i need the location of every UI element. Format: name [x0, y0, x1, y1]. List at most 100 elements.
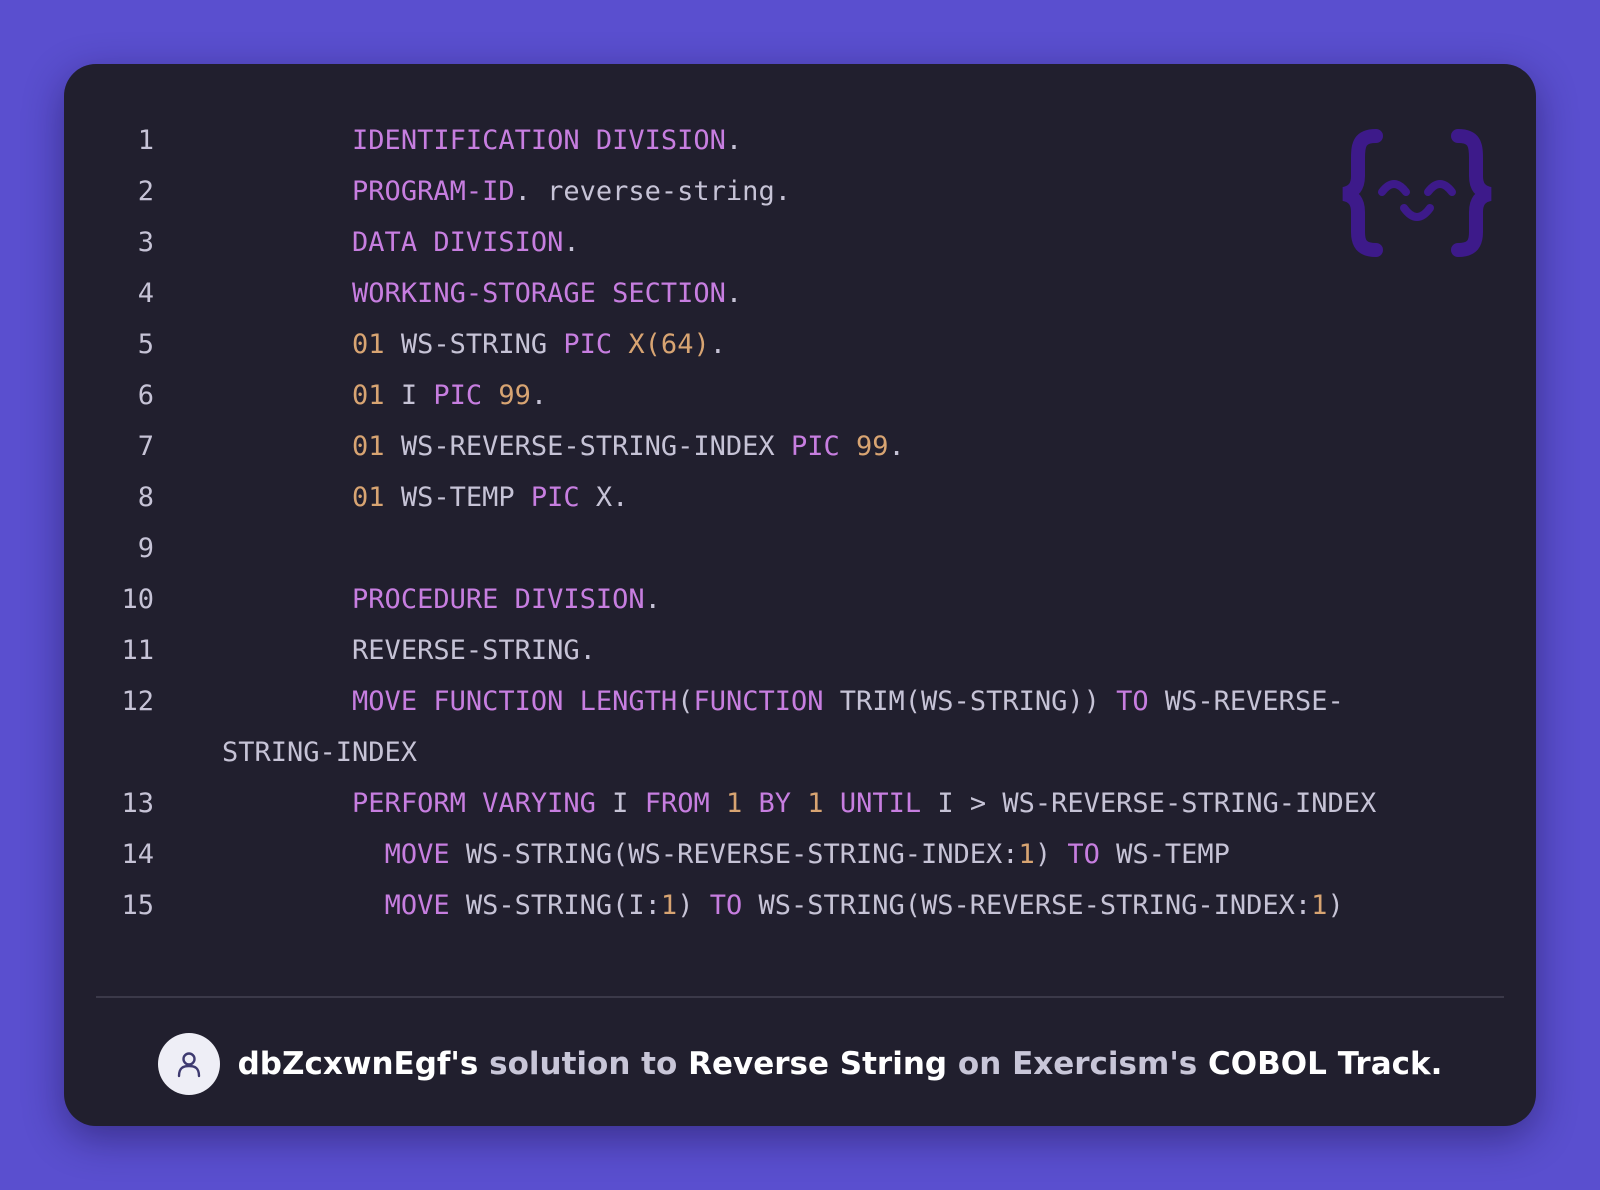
code-line: 10 PROCEDURE DIVISION. — [96, 574, 1516, 625]
line-number: 14 — [121, 839, 154, 870]
solution-card: 1 IDENTIFICATION DIVISION. 2 PROGRAM-ID. … — [64, 64, 1536, 1126]
code-line: 7 01 WS-REVERSE-STRING-INDEX PIC 99. — [96, 421, 1516, 472]
number-token: 01 — [352, 380, 385, 411]
site-name[interactable]: Exercism — [1012, 1046, 1169, 1082]
number-token: 1 — [807, 788, 824, 819]
keyword-token: IDENTIFICATION DIVISION — [352, 125, 726, 156]
number-token: 01 — [352, 482, 385, 513]
code-line: 15 MOVE WS-STRING(I:1) TO WS-STRING(WS-R… — [96, 880, 1516, 931]
keyword-token: MOVE — [384, 890, 450, 921]
keyword-token: BY — [758, 788, 792, 819]
code-line: 1 IDENTIFICATION DIVISION. — [96, 115, 1516, 166]
text-token: WS-REVERSE-STRING-INDEX — [384, 431, 791, 462]
line-number: 13 — [121, 788, 154, 819]
track-name[interactable]: COBOL Track. — [1197, 1046, 1442, 1082]
line-number: 15 — [121, 890, 154, 921]
line-number: 3 — [137, 227, 154, 258]
code-line: 9 — [96, 523, 1516, 574]
code-line: 2 PROGRAM-ID. reverse-string. — [96, 166, 1516, 217]
keyword-token: FUNCTION — [693, 686, 824, 717]
code-text: 01 WS-REVERSE-STRING-INDEX PIC 99. — [154, 421, 905, 472]
text-token: . — [709, 329, 726, 360]
text-token: . — [530, 380, 548, 411]
code-text: WORKING-STORAGE SECTION. — [154, 268, 742, 319]
keyword-token: MOVE — [352, 686, 418, 717]
code-line: 14 MOVE WS-STRING(WS-REVERSE-STRING-INDE… — [96, 829, 1516, 880]
text-token: WS-STRING(WS-REVERSE-STRING-INDEX: — [742, 890, 1312, 921]
text-token: ( — [677, 686, 694, 717]
code-text: PERFORM VARYING I FROM 1 BY 1 UNTIL I > … — [154, 778, 1376, 829]
keyword-token: WORKING-STORAGE SECTION — [352, 278, 726, 309]
keyword-token: PERFORM — [352, 788, 466, 819]
solution-to-text: solution to — [478, 1046, 689, 1082]
user-icon — [177, 1052, 200, 1078]
text-token: TRIM(WS-STRING)) — [823, 686, 1117, 717]
text-token: I > WS-REVERSE-STRING-INDEX — [921, 788, 1377, 819]
code-text: DATA DIVISION. — [154, 217, 580, 268]
text-token: WS-TEMP — [1099, 839, 1230, 870]
code-line: 6 01 I PIC 99. — [96, 370, 1516, 421]
text-token: . — [725, 125, 743, 156]
code-text: MOVE FUNCTION LENGTH(FUNCTION TRIM(WS-ST… — [154, 676, 1344, 727]
keyword-token: PIC — [790, 431, 840, 462]
code-text: 01 WS-STRING PIC X(64). — [154, 319, 726, 370]
keyword-token: DATA DIVISION — [352, 227, 564, 258]
code-line: 12 MOVE FUNCTION LENGTH(FUNCTION TRIM(WS… — [96, 676, 1516, 727]
text-token: WS-STRING — [384, 329, 564, 360]
line-number: 10 — [121, 584, 154, 615]
code-line: 13 PERFORM VARYING I FROM 1 BY 1 UNTIL I… — [96, 778, 1516, 829]
line-number: 7 — [137, 431, 154, 462]
line-number: 12 — [121, 686, 154, 717]
author-name[interactable]: dbZcxwnEgf — [238, 1046, 451, 1082]
text-token: WS-TEMP — [384, 482, 531, 513]
text-token: . — [644, 584, 661, 615]
keyword-token: MOVE — [384, 839, 450, 870]
line-number: 1 — [137, 125, 154, 156]
text-token: WS-STRING(WS-REVERSE-STRING-INDEX: — [449, 839, 1019, 870]
keyword-token: PIC — [563, 329, 613, 360]
text-token: I — [384, 380, 434, 411]
number-token: 1 — [660, 890, 678, 921]
keyword-token: PROCEDURE DIVISION — [352, 584, 645, 615]
text-token: . — [563, 227, 580, 258]
footer-divider — [96, 996, 1504, 998]
keyword-token: TO — [1067, 839, 1100, 870]
text-token: REVERSE-STRING. — [352, 635, 596, 666]
code-line: 11 REVERSE-STRING. — [96, 625, 1516, 676]
line-number: 11 — [121, 635, 154, 666]
code-text: MOVE WS-STRING(WS-REVERSE-STRING-INDEX:1… — [154, 829, 1230, 880]
exercise-name[interactable]: Reverse String — [688, 1046, 947, 1082]
code-text: REVERSE-STRING. — [154, 625, 596, 676]
text-token: . — [725, 278, 743, 309]
code-line-wrap: STRING-INDEX — [222, 737, 418, 768]
text-token: . — [888, 431, 905, 462]
code-text: MOVE WS-STRING(I:1) TO WS-STRING(WS-REVE… — [154, 880, 1344, 931]
text-token: X. — [579, 482, 629, 513]
keyword-token: TO — [709, 890, 743, 921]
code-text: PROGRAM-ID. reverse-string. — [154, 166, 791, 217]
text-token: WS-STRING(I: — [449, 890, 661, 921]
number-token: 01 — [352, 329, 385, 360]
code-text: IDENTIFICATION DIVISION. — [154, 115, 742, 166]
keyword-token: PIC — [530, 482, 580, 513]
site-possessive: 's — [1169, 1046, 1198, 1082]
avatar[interactable] — [157, 1033, 220, 1095]
